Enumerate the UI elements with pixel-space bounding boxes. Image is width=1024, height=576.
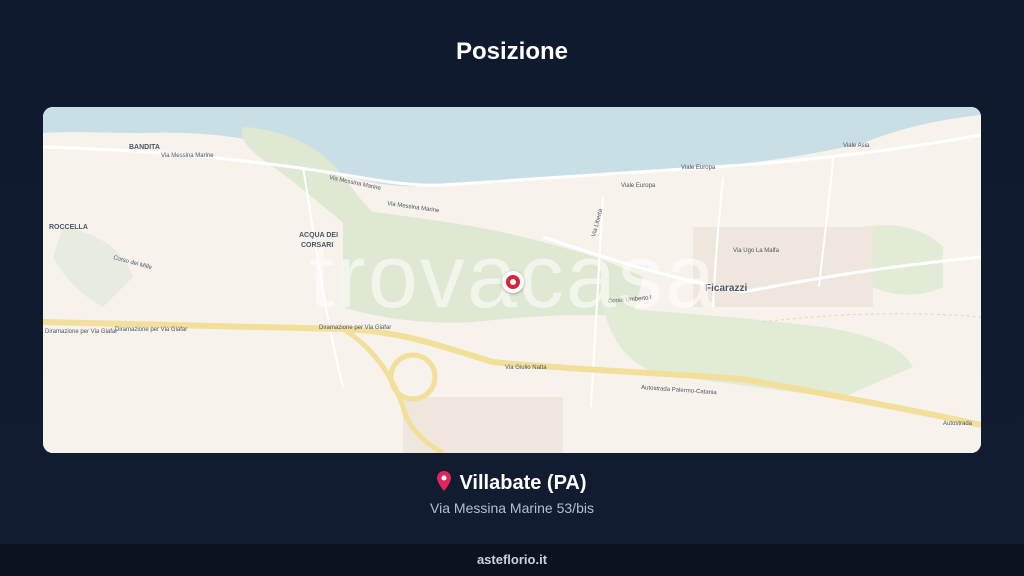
map-label-street: Diramazione per Via Giafar — [45, 329, 117, 335]
footer: asteflorio.it — [0, 544, 1024, 576]
page-title: Posizione — [455, 38, 569, 65]
map-label-street: Viale Europa — [621, 183, 656, 189]
map-label-street: Via Giulio Natta — [505, 365, 547, 371]
map-label-street: Viale Europa — [681, 165, 716, 171]
location-city: Villabate (PA) — [459, 472, 587, 494]
map-label-street: Diramazione per Via Giafar — [115, 327, 187, 333]
footer-site-link[interactable]: asteflorio.it — [477, 552, 547, 567]
map-label-bandita: BANDITA — [129, 144, 160, 151]
map-pin-icon — [437, 471, 452, 497]
map-label-street: Autostrada — [943, 421, 973, 427]
location-map[interactable]: BANDITA ROCCELLA ACQUA DEI CORSARI Ficar… — [43, 107, 981, 453]
map-label-roccella: ROCCELLA — [49, 224, 88, 231]
location-address: Via Messina Marine 53/bis — [430, 500, 594, 516]
map-label-street: Viale Asia — [843, 143, 870, 149]
location-title-row: Villabate (PA) — [0, 471, 1024, 497]
location-marker-icon[interactable] — [502, 271, 524, 293]
map-label-street: Via Messina Marine — [161, 153, 214, 159]
